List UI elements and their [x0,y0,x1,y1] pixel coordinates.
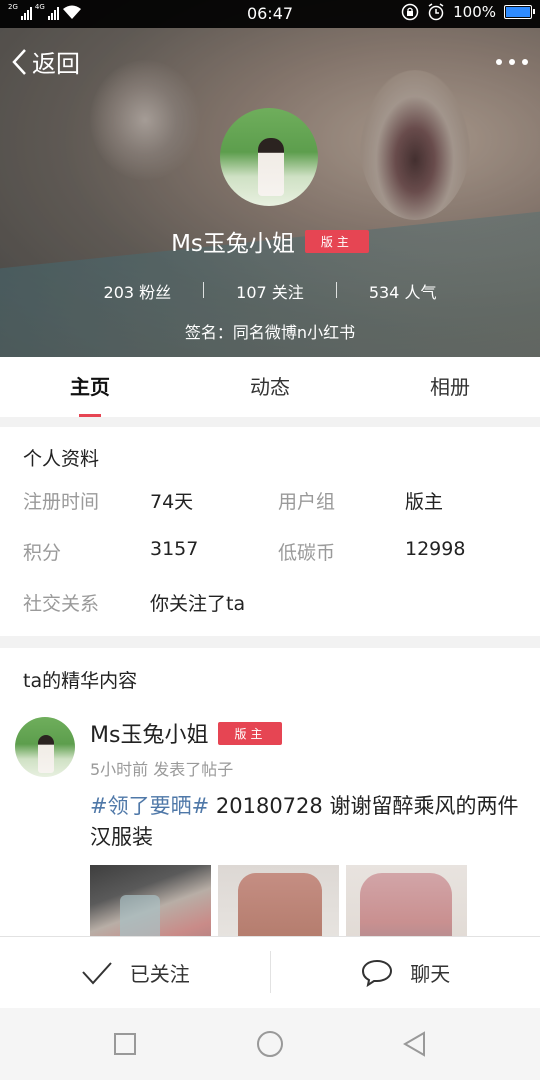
action-bar: 已关注 聊天 [0,936,540,1008]
info-row: 注册时间 74天 用户组 版主 [0,487,540,517]
points-label: 积分 [23,542,62,564]
signature: 签名：同名微博n小红书 [184,323,356,342]
info-row: 社交关系 你关注了ta [0,589,540,619]
fans-count[interactable]: 203 粉丝 [72,279,204,303]
featured-content-card: ta的精华内容 Ms玉兔小姐 版主 5小时前 发表了帖子 #领了要晒# 2018… [0,648,540,938]
more-dots-icon[interactable] [496,50,528,74]
post-meta: 5小时前 发表了帖子 [90,760,234,779]
register-value: 74天 [150,491,194,513]
profile-info-card: 个人资料 注册时间 74天 用户组 版主 积分 3157 低碳币 12998 社… [0,427,540,636]
profile-stats: 203 粉丝 107 关注 534 人气 [0,279,540,303]
points-value: 3157 [150,538,199,560]
profile-name-row: Ms玉兔小姐 版主 [0,224,540,258]
tab-activity[interactable]: 动态 [180,357,360,417]
profile-tabs: 主页 动态 相册 [0,357,540,417]
status-bar: 2G 4G 06:47 100% [0,0,540,28]
follow-label: 已关注 [129,962,190,986]
avatar[interactable] [220,108,318,206]
battery-percent: 100% [453,3,496,21]
alarm-icon [428,3,444,21]
following-count[interactable]: 107 关注 [204,279,336,303]
post-author-badge: 版主 [218,721,283,745]
post-topic-tag[interactable]: #领了要晒# [90,794,209,818]
chat-button[interactable]: 聊天 [271,937,540,1008]
group-label: 用户组 [278,491,336,513]
battery-icon [504,5,535,19]
section-title-profile: 个人资料 [23,448,100,470]
back-label: 返回 [32,50,80,78]
nav-square-icon[interactable] [110,1029,140,1059]
post-images [90,865,467,938]
check-icon [82,961,112,984]
moderator-badge: 版主 [304,229,369,253]
nav-triangle-icon[interactable] [400,1029,430,1059]
section-title-featured: ta的精华内容 [23,670,138,692]
popularity-count: 534 人气 [368,283,437,302]
post-image-1[interactable] [90,865,211,938]
tab-album[interactable]: 相册 [360,357,540,417]
post-image-3[interactable] [346,865,467,938]
follow-button[interactable]: 已关注 [0,937,270,1008]
register-label: 注册时间 [23,491,100,513]
relation-value: 你关注了ta [150,593,246,615]
post-image-2[interactable] [218,865,339,938]
system-nav-bar [0,1008,540,1080]
nav-circle-icon[interactable] [255,1029,285,1059]
lock-rotation-icon [401,3,419,21]
info-row: 积分 3157 低碳币 12998 [0,538,540,568]
post-content[interactable]: #领了要晒# 20180728 谢谢留醉乘风的两件汉服装 [90,791,520,853]
tab-home[interactable]: 主页 [0,357,180,417]
back-button[interactable]: 返回 [10,44,80,79]
currency-label: 低碳币 [278,542,336,564]
currency-value: 12998 [405,538,466,560]
post-author-name[interactable]: Ms玉兔小姐 [90,717,208,749]
back-chevron-icon [12,48,26,75]
relation-label: 社交关系 [23,593,100,615]
chat-label: 聊天 [410,962,451,986]
profile-name: Ms玉兔小姐 [171,231,295,257]
group-value: 版主 [405,491,444,513]
post-author-avatar[interactable] [15,717,75,777]
chat-bubble-icon [362,959,393,987]
